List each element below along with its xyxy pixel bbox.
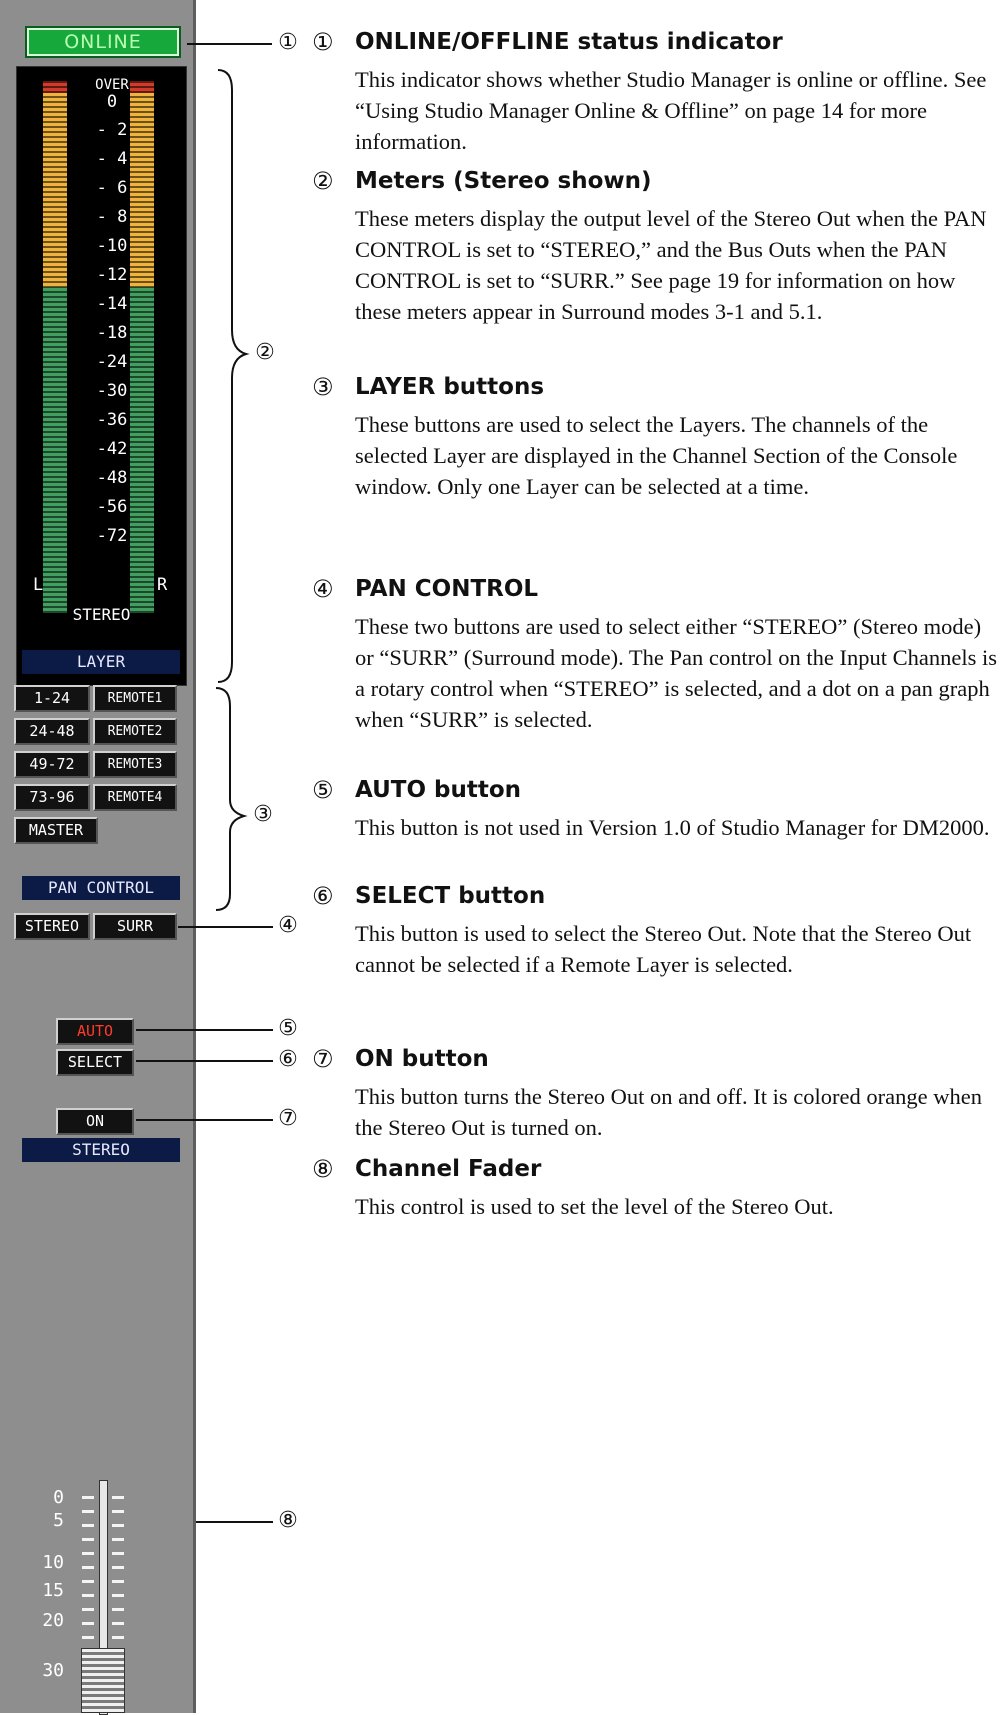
marker-3: ③ <box>253 802 273 827</box>
marker-2: ② <box>255 340 275 365</box>
item-title: PAN CONTROL <box>355 576 539 602</box>
item-number: ⑤ <box>312 776 334 804</box>
item-text: This button turns the Stereo Out on and … <box>355 1084 982 1140</box>
bracket-3 <box>215 687 248 911</box>
item-text: This button is not used in Version 1.0 o… <box>355 815 990 840</box>
item-text: This button is used to select the Stereo… <box>355 921 972 977</box>
item-number: ① <box>312 28 334 56</box>
item-title: ON button <box>355 1046 489 1072</box>
marker-8: ⑧ <box>278 1508 298 1533</box>
bracket-2 <box>217 69 250 683</box>
marker-7: ⑦ <box>278 1106 298 1131</box>
item-text: This indicator shows whether Studio Mana… <box>355 67 987 154</box>
marker-5: ⑤ <box>278 1016 298 1041</box>
item-number: ④ <box>312 575 334 603</box>
item-number: ⑧ <box>312 1155 334 1183</box>
item-title: Channel Fader <box>355 1156 542 1182</box>
marker-1: ① <box>278 30 298 55</box>
marker-4: ④ <box>278 913 298 938</box>
item-number: ⑦ <box>312 1045 334 1073</box>
item-number: ⑥ <box>312 882 334 910</box>
item-title: ONLINE/OFFLINE status indicator <box>355 29 783 55</box>
item-text: These two buttons are used to select eit… <box>355 614 997 732</box>
item-title: SELECT button <box>355 883 546 909</box>
marker-6: ⑥ <box>278 1047 298 1072</box>
item-text: These meters display the output level of… <box>355 206 987 324</box>
item-title: Meters (Stereo shown) <box>355 168 652 194</box>
item-text: These buttons are used to select the Lay… <box>355 412 958 499</box>
item-number: ③ <box>312 373 334 401</box>
item-text: This control is used to set the level of… <box>355 1194 834 1219</box>
item-title: AUTO button <box>355 777 522 803</box>
item-title: LAYER buttons <box>355 374 545 400</box>
item-number: ② <box>312 167 334 195</box>
